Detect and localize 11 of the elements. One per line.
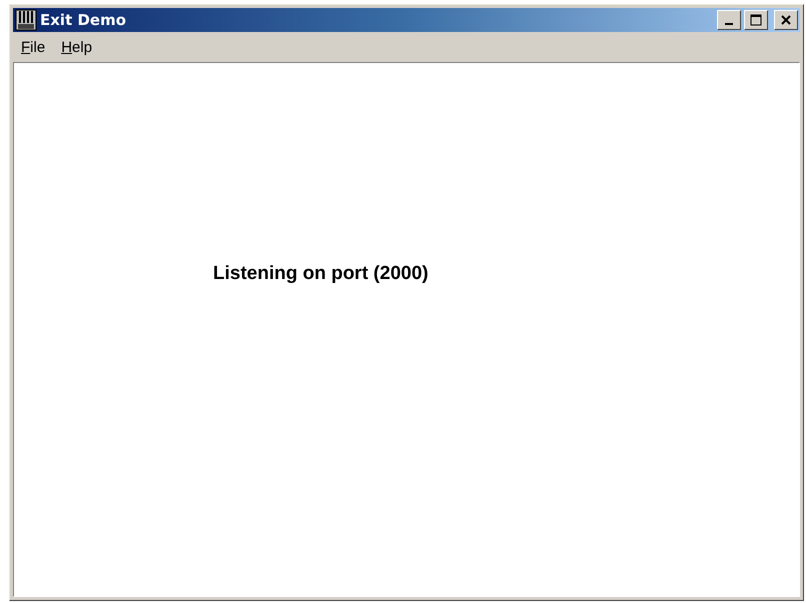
menu-item[interactable]: Help [55,37,98,58]
window-title: Exit Demo [40,11,128,29]
app-icon [15,9,37,31]
minimize-button[interactable] [717,10,741,30]
status-message: Listening on port (2000) [213,263,428,285]
menu-item[interactable]: File [15,37,52,58]
close-icon [780,14,792,26]
close-button[interactable] [774,10,798,30]
minimize-icon [725,23,733,25]
maximize-button[interactable] [744,10,768,30]
maximize-icon [750,14,762,26]
